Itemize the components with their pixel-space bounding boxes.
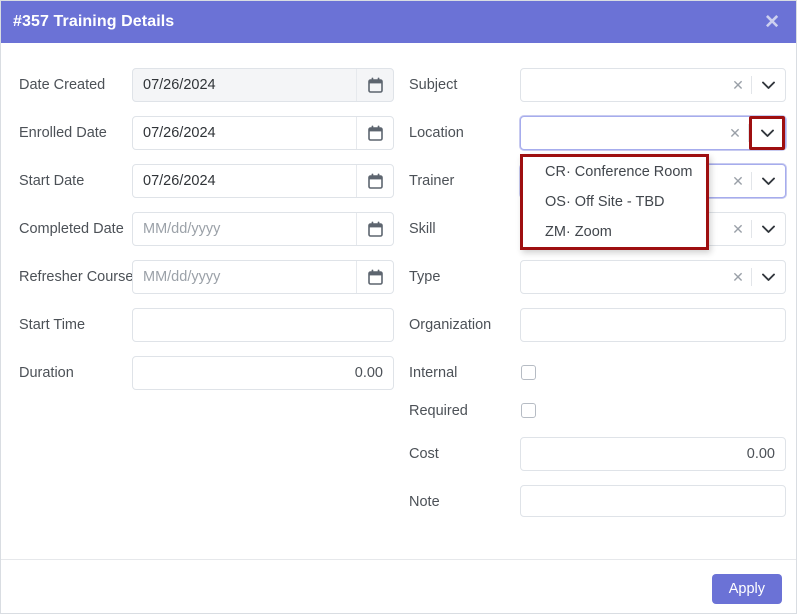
subject-select[interactable]: ✕: [520, 68, 786, 102]
start-time-input[interactable]: [132, 308, 394, 342]
field-label: Date Created: [19, 77, 106, 93]
field-label: Internal: [409, 365, 458, 381]
field-label: Type: [409, 269, 441, 285]
required-checkbox[interactable]: [521, 403, 536, 418]
field-label: Subject: [409, 77, 458, 93]
field-label: Organization: [409, 317, 492, 333]
field-label: Trainer: [409, 173, 455, 189]
field-label: Cost: [409, 446, 439, 462]
dropdown-option-conference-room[interactable]: CR· Conference Room: [523, 157, 706, 187]
location-dropdown-panel: CR· Conference Room OS· Off Site - TBD Z…: [520, 154, 709, 250]
field-label: Start Date: [19, 173, 85, 189]
field-label: Required: [409, 403, 468, 419]
refresher-course-input[interactable]: MM/dd/yyyy: [132, 260, 394, 294]
field-label: Enrolled Date: [19, 125, 107, 141]
clear-icon[interactable]: ✕: [725, 269, 751, 286]
dropdown-option-off-site[interactable]: OS· Off Site - TBD: [523, 187, 706, 217]
dialog-footer: Apply: [1, 559, 796, 613]
field-label: Note: [409, 494, 440, 510]
location-select[interactable]: ✕: [520, 116, 786, 150]
field-placeholder: MM/dd/yyyy: [143, 269, 221, 285]
field-label: Refresher Course: [19, 269, 134, 285]
field-label: Skill: [409, 221, 436, 237]
enrolled-date-input[interactable]: 07/26/2024: [132, 116, 394, 150]
dialog-titlebar: #357 Training Details ✕: [1, 1, 796, 43]
cost-input[interactable]: 0.00: [520, 437, 786, 471]
close-icon[interactable]: ✕: [760, 11, 784, 34]
clear-icon[interactable]: ✕: [725, 221, 751, 238]
training-details-dialog: #357 Training Details ✕ Date Created 07/…: [0, 0, 797, 614]
chevron-down-icon[interactable]: [752, 165, 785, 197]
start-date-input[interactable]: 07/26/2024: [132, 164, 394, 198]
field-value: 07/26/2024: [143, 173, 216, 189]
field-label: Duration: [19, 365, 74, 381]
clear-icon[interactable]: ✕: [725, 77, 751, 94]
field-placeholder: MM/dd/yyyy: [143, 221, 221, 237]
calendar-icon[interactable]: [356, 261, 393, 293]
completed-date-input[interactable]: MM/dd/yyyy: [132, 212, 394, 246]
type-select[interactable]: ✕: [520, 260, 786, 294]
date-created-input[interactable]: 07/26/2024: [132, 68, 394, 102]
dialog-body: Date Created 07/26/2024 Enrolled Date 07…: [1, 43, 796, 559]
apply-button[interactable]: Apply: [711, 574, 782, 604]
chevron-down-icon[interactable]: [752, 261, 785, 293]
field-value: 0.00: [746, 446, 775, 462]
calendar-icon[interactable]: [356, 117, 393, 149]
location-dropdown: CR· Conference Room OS· Off Site - TBD Z…: [520, 154, 709, 250]
page-title: #357 Training Details: [13, 13, 175, 30]
field-label: Location: [409, 125, 464, 141]
chevron-down-icon[interactable]: [752, 69, 785, 101]
clear-icon[interactable]: ✕: [725, 173, 751, 190]
organization-input[interactable]: [520, 308, 786, 342]
field-value: 07/26/2024: [143, 77, 216, 93]
duration-input[interactable]: 0.00: [132, 356, 394, 390]
field-label: Start Time: [19, 317, 86, 333]
field-label: Completed Date: [19, 221, 124, 237]
calendar-icon[interactable]: [356, 165, 393, 197]
internal-checkbox[interactable]: [521, 365, 536, 380]
calendar-icon[interactable]: [356, 69, 393, 101]
calendar-icon[interactable]: [356, 213, 393, 245]
field-value: 0.00: [354, 365, 383, 381]
chevron-down-icon[interactable]: [749, 116, 785, 150]
dropdown-option-zoom[interactable]: ZM· Zoom: [523, 217, 706, 247]
clear-icon[interactable]: ✕: [722, 125, 748, 142]
note-input[interactable]: [520, 485, 786, 517]
field-value: 07/26/2024: [143, 125, 216, 141]
chevron-down-icon[interactable]: [752, 213, 785, 245]
